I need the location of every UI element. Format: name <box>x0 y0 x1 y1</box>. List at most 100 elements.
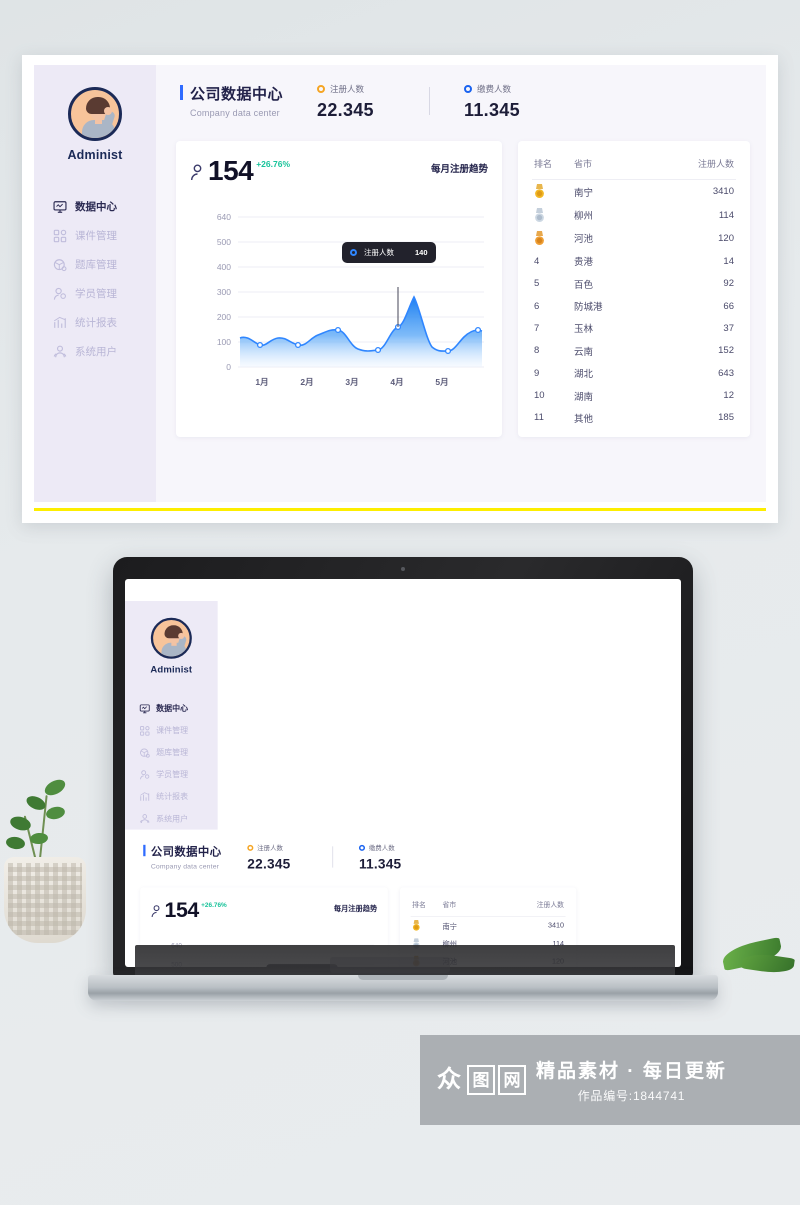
sidebar-item-report[interactable]: 统计报表 <box>125 786 218 808</box>
x-axis-labels: 1月 2月 3月 4月 5月 <box>255 377 448 387</box>
svg-text:2月: 2月 <box>300 377 313 387</box>
count-cell: 3410 <box>712 186 734 198</box>
dashboard-app: Administ 数据中心 课件管理 题库管理 学员管理 统计报表 系统用户 公… <box>34 65 766 502</box>
page-title-cn: 公司数据中心 <box>190 86 284 103</box>
city-cell: 河池 <box>574 234 594 246</box>
rank-cell: 6 <box>534 300 540 312</box>
stat-value: 22.345 <box>317 100 374 120</box>
watermark-work-id: 作品编号:1844741 <box>577 1089 686 1103</box>
sidebar-item-label: 系统用户 <box>156 814 189 824</box>
sidebar-item-label: 学员管理 <box>156 770 189 780</box>
sidebar-item-student[interactable]: 学员管理 <box>34 279 156 308</box>
sidebar-item-question-bank[interactable]: 题库管理 <box>125 742 218 764</box>
count-cell: 12 <box>723 390 734 402</box>
admin-name: Administ <box>67 148 123 162</box>
monitor-icon <box>53 200 67 213</box>
table-row[interactable]: 河池 120 <box>532 227 736 250</box>
count-cell: 120 <box>718 232 734 244</box>
sidebar-item-system-user[interactable]: 系统用户 <box>125 808 218 830</box>
table-row[interactable]: 8 云南 152 <box>532 340 736 362</box>
table-row[interactable]: 4 贵港 14 <box>532 250 736 272</box>
table-row[interactable]: 6 防城港 66 <box>532 295 736 317</box>
table-row[interactable]: 5 百色 92 <box>532 273 736 295</box>
chart-svg: 640 500 400 300 200 100 0 <box>217 212 484 387</box>
rank-cell <box>534 207 574 223</box>
count-cell: 66 <box>723 300 734 312</box>
avatar <box>150 617 192 659</box>
table-row[interactable]: 南宁 3410 <box>532 180 736 203</box>
rank-cell: 11 <box>534 412 544 424</box>
sidebar-item-label: 统计报表 <box>75 317 117 329</box>
chart-card-header: 154 +26.76% 每月注册趋势 <box>190 157 488 185</box>
logo-char-3: 网 <box>498 1065 526 1095</box>
blue-ring-icon <box>358 844 366 851</box>
count-cell: 3410 <box>547 921 565 931</box>
svg-text:200: 200 <box>217 312 231 322</box>
table-row[interactable]: 7 玉林 37 <box>532 317 736 339</box>
table-row[interactable]: 9 湖北 643 <box>532 362 736 384</box>
dashboard-app-mirror: Administ 数据中心 课件管理 题库管理 学员管理 统计报表 系统用户 公… <box>125 601 681 967</box>
rank-cell: 8 <box>534 345 540 357</box>
kpi-block: 154 +26.76% <box>151 899 227 921</box>
user-icon <box>140 769 150 779</box>
cards-row: 154 +26.76% 每月注册趋势 <box>176 141 750 438</box>
rank-table-header: 排名 省市 注册人数 <box>410 896 566 917</box>
table-row[interactable]: 11 其他 185 <box>532 407 736 429</box>
stat-value: 11.345 <box>464 100 520 120</box>
tooltip-marker-icon <box>350 249 357 256</box>
area-fill <box>240 297 482 367</box>
blue-ring-icon <box>464 85 473 93</box>
avatar-block: Administ <box>125 617 218 675</box>
sidebar-item-report[interactable]: 统计报表 <box>34 308 156 337</box>
stat-label: 缴费人数 <box>477 84 512 94</box>
sidebar-item-label: 统计报表 <box>156 792 189 802</box>
rank-cell: 5 <box>534 278 540 290</box>
table-row[interactable]: 10 湖南 12 <box>532 384 736 406</box>
count-cell: 114 <box>718 209 734 221</box>
chart-card: 154 +26.76% 每月注册趋势 <box>176 141 502 438</box>
stat-label: 注册人数 <box>330 84 365 94</box>
box-icon <box>53 258 67 271</box>
sidebar-item-label: 课件管理 <box>156 726 189 736</box>
rank-cell <box>534 184 574 199</box>
stat-label-row: 注册人数 <box>317 83 395 95</box>
stat-registered: 注册人数 22.345 <box>317 83 395 121</box>
stat-label-row: 缴费人数 <box>464 83 542 95</box>
svg-text:640: 640 <box>217 212 231 222</box>
svg-text:100: 100 <box>217 337 231 347</box>
rank-cell: 7 <box>534 322 540 334</box>
sidebar-item-student[interactable]: 学员管理 <box>125 764 218 786</box>
rank-card: 排名 省市 注册人数 南宁 3410 柳州 114 <box>518 141 750 438</box>
sidebar-menu: 数据中心 课件管理 题库管理 学员管理 统计报表 系统用户 <box>125 697 218 829</box>
city-cell: 湖北 <box>574 369 594 381</box>
rank-cell: 9 <box>534 367 540 379</box>
kpi-change: +26.76% <box>256 159 291 169</box>
city-cell: 湖南 <box>574 391 594 403</box>
laptop-screen: Administ 数据中心 课件管理 题库管理 学员管理 统计报表 系统用户 公… <box>125 579 681 967</box>
stat-value: 11.345 <box>358 856 402 872</box>
sidebar-item-label: 数据中心 <box>75 201 117 213</box>
city-cell: 南宁 <box>442 922 457 932</box>
col-city: 省市 <box>442 901 457 909</box>
watermark-text: 精品素材 · 每日更新 作品编号:1844741 <box>536 1056 727 1104</box>
sidebar-item-system-user[interactable]: 系统用户 <box>34 337 156 366</box>
rank-cell: 10 <box>534 390 545 402</box>
sidebar-item-data-center[interactable]: 数据中心 <box>34 192 156 221</box>
orange-ring-icon <box>247 844 254 851</box>
laptop-lid: Administ 数据中心 课件管理 题库管理 学员管理 统计报表 系统用户 公… <box>113 557 693 977</box>
flat-dashboard-mockup: Administ 数据中心 课件管理 题库管理 学员管理 统计报表 系统用户 公… <box>22 55 778 523</box>
area-chart: 640 500 400 300 200 100 0 <box>190 199 488 394</box>
table-row[interactable]: 南宁 3410 <box>411 917 566 935</box>
sidebar-item-label: 题库管理 <box>156 748 189 758</box>
sidebar-item-question-bank[interactable]: 题库管理 <box>34 250 156 279</box>
sidebar-item-courseware[interactable]: 课件管理 <box>34 221 156 250</box>
flower-pot <box>4 857 86 943</box>
sidebar-item-courseware[interactable]: 课件管理 <box>125 719 218 741</box>
count-cell: 643 <box>718 367 734 379</box>
stat-label-row: 缴费人数 <box>358 843 418 852</box>
leaf-decoration-2 <box>741 951 795 976</box>
table-row[interactable]: 柳州 114 <box>532 203 736 226</box>
sidebar-item-data-center[interactable]: 数据中心 <box>125 697 218 719</box>
city-cell: 百色 <box>574 279 594 291</box>
sidebar-item-label: 学员管理 <box>75 288 117 300</box>
